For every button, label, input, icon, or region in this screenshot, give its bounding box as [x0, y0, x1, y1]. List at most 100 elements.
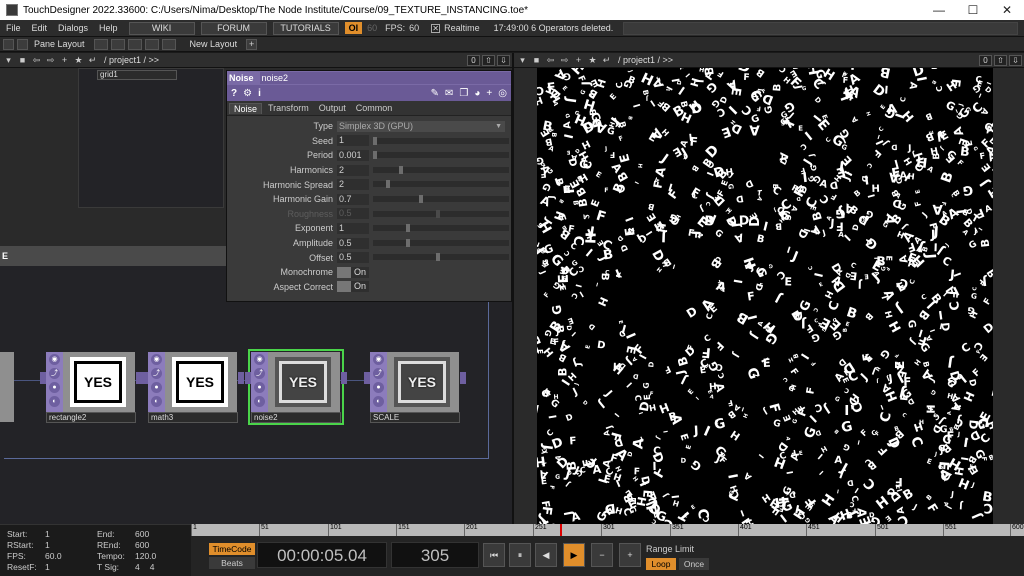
- node-bypass-icon[interactable]: ⤴: [254, 368, 265, 379]
- beats-button[interactable]: Beats: [209, 557, 255, 569]
- close-button[interactable]: ✕: [990, 3, 1024, 17]
- tab-common[interactable]: Common: [352, 103, 397, 113]
- add-icon[interactable]: +: [573, 55, 584, 66]
- slider-knob[interactable]: [373, 151, 377, 160]
- frame-display[interactable]: 305: [391, 542, 479, 568]
- node-name[interactable]: rectangle2: [46, 412, 136, 423]
- step-back-button[interactable]: −: [591, 543, 613, 567]
- param-value-field[interactable]: 0.5: [337, 237, 369, 249]
- node-name[interactable]: noise2: [251, 412, 341, 423]
- end-value[interactable]: 600: [135, 529, 149, 539]
- tab-transform[interactable]: Transform: [264, 103, 313, 113]
- param-value-field[interactable]: 1: [337, 222, 369, 234]
- param-value-field[interactable]: 2: [337, 179, 369, 191]
- layout-toggle2-icon[interactable]: [17, 38, 28, 50]
- param-value-field[interactable]: 1: [337, 135, 369, 147]
- node-lock-icon[interactable]: ●: [373, 382, 384, 393]
- resetf-value[interactable]: 1: [45, 562, 50, 572]
- layout-preset-2[interactable]: [110, 38, 125, 50]
- info-icon[interactable]: i: [258, 88, 261, 99]
- node-input-port[interactable]: [364, 372, 370, 384]
- slider-knob[interactable]: [406, 238, 410, 247]
- slider-knob[interactable]: [399, 165, 403, 174]
- slider-knob[interactable]: [373, 136, 377, 145]
- node-input-port[interactable]: [245, 372, 251, 384]
- parent-icon[interactable]: ↵: [601, 55, 612, 66]
- timecode-button[interactable]: TimeCode: [209, 543, 255, 555]
- node-input-port[interactable]: [40, 372, 46, 384]
- pane-menu-icon[interactable]: ▾: [3, 55, 14, 66]
- tsig-numerator[interactable]: 4: [135, 562, 140, 572]
- node-display-icon[interactable]: ◐: [254, 396, 265, 407]
- right-pane-path[interactable]: / project1 / >>: [618, 55, 979, 65]
- monochrome-toggle[interactable]: On: [337, 266, 369, 278]
- minimize-button[interactable]: —: [922, 3, 956, 17]
- node-display-icon[interactable]: ◐: [49, 396, 60, 407]
- copy-icon[interactable]: ❐: [459, 88, 468, 99]
- node-viewer-icon[interactable]: ◉: [373, 354, 384, 365]
- tutorials-button[interactable]: TUTORIALS: [272, 21, 339, 35]
- node-output-port[interactable]: [238, 372, 244, 384]
- tab-noise[interactable]: Noise: [229, 102, 263, 114]
- param-slider[interactable]: [373, 136, 509, 145]
- layout-toggle-icon[interactable]: [3, 38, 14, 50]
- tsig-denominator[interactable]: 4: [150, 562, 155, 572]
- node-lock-icon[interactable]: ●: [254, 382, 265, 393]
- left-pane-index[interactable]: 0: [467, 54, 480, 66]
- right-pane-up-icon[interactable]: ⇧: [994, 54, 1007, 66]
- node-viewer-icon[interactable]: ◉: [151, 354, 162, 365]
- left-pane-up-icon[interactable]: ⇧: [482, 54, 495, 66]
- node-name[interactable]: math3: [148, 412, 238, 423]
- param-slider[interactable]: [373, 224, 509, 233]
- node-noise2[interactable]: ◉ ⤴ ● ◐ YES noise2: [245, 349, 347, 425]
- help-icon[interactable]: ?: [231, 88, 237, 99]
- timeline-ruler[interactable]: 1 51 101 151 201 251 301 351 401 451 501 551 600: [191, 524, 1024, 536]
- stop-icon[interactable]: ■: [17, 55, 28, 66]
- add-layout-button[interactable]: +: [246, 38, 258, 50]
- slider-knob[interactable]: [419, 194, 423, 203]
- param-value-field[interactable]: 2: [337, 164, 369, 176]
- layout-preset-5[interactable]: [161, 38, 176, 50]
- param-value-field[interactable]: 0.001: [337, 149, 369, 161]
- forum-button[interactable]: FORUM: [200, 21, 267, 35]
- python-icon[interactable]: ⚙: [243, 88, 252, 99]
- op-name-field[interactable]: [259, 72, 511, 84]
- menu-edit[interactable]: Edit: [32, 23, 48, 33]
- star-icon[interactable]: ★: [73, 55, 84, 66]
- node-lock-icon[interactable]: ●: [151, 382, 162, 393]
- forward-icon[interactable]: ⇨: [559, 55, 570, 66]
- step-forward-button[interactable]: +: [619, 543, 641, 567]
- param-slider[interactable]: [373, 180, 509, 189]
- play-reverse-button[interactable]: ◀: [535, 543, 557, 567]
- rstart-value[interactable]: 1: [45, 540, 50, 550]
- playhead[interactable]: [560, 524, 562, 536]
- right-pane-down-icon[interactable]: ⇩: [1009, 54, 1022, 66]
- param-slider[interactable]: [373, 194, 509, 203]
- aspect-correct-toggle[interactable]: On: [337, 281, 369, 293]
- back-icon[interactable]: ⇦: [545, 55, 556, 66]
- pane-menu-icon[interactable]: ▾: [517, 55, 528, 66]
- slider-knob[interactable]: [436, 253, 440, 262]
- rewind-button[interactable]: ⏮: [483, 543, 505, 567]
- stop-icon[interactable]: ■: [531, 55, 542, 66]
- offscreen-node-stub[interactable]: [0, 352, 14, 422]
- menu-file[interactable]: File: [6, 23, 21, 33]
- node-display-icon[interactable]: ◐: [373, 396, 384, 407]
- fps-info-value[interactable]: 60.0: [45, 551, 62, 561]
- layout-preset-4[interactable]: [144, 38, 159, 50]
- parent-icon[interactable]: ↵: [87, 55, 98, 66]
- back-icon[interactable]: ⇦: [31, 55, 42, 66]
- layout-preset-1[interactable]: [93, 38, 108, 50]
- play-button[interactable]: ▶: [563, 543, 585, 567]
- once-button[interactable]: Once: [679, 558, 709, 570]
- param-value-field[interactable]: 0.7: [337, 193, 369, 205]
- forward-icon[interactable]: ⇨: [45, 55, 56, 66]
- rend-value[interactable]: 600: [135, 540, 149, 550]
- tempo-value[interactable]: 120.0: [135, 551, 156, 561]
- language-icon[interactable]: ◕: [474, 88, 480, 99]
- layout-preset-3[interactable]: [127, 38, 142, 50]
- grid-node-namebar[interactable]: grid1: [97, 70, 177, 80]
- target-icon[interactable]: ◎: [498, 88, 507, 99]
- node-output-port[interactable]: [460, 372, 466, 384]
- type-dropdown[interactable]: Simplex 3D (GPU) ▼: [337, 120, 505, 132]
